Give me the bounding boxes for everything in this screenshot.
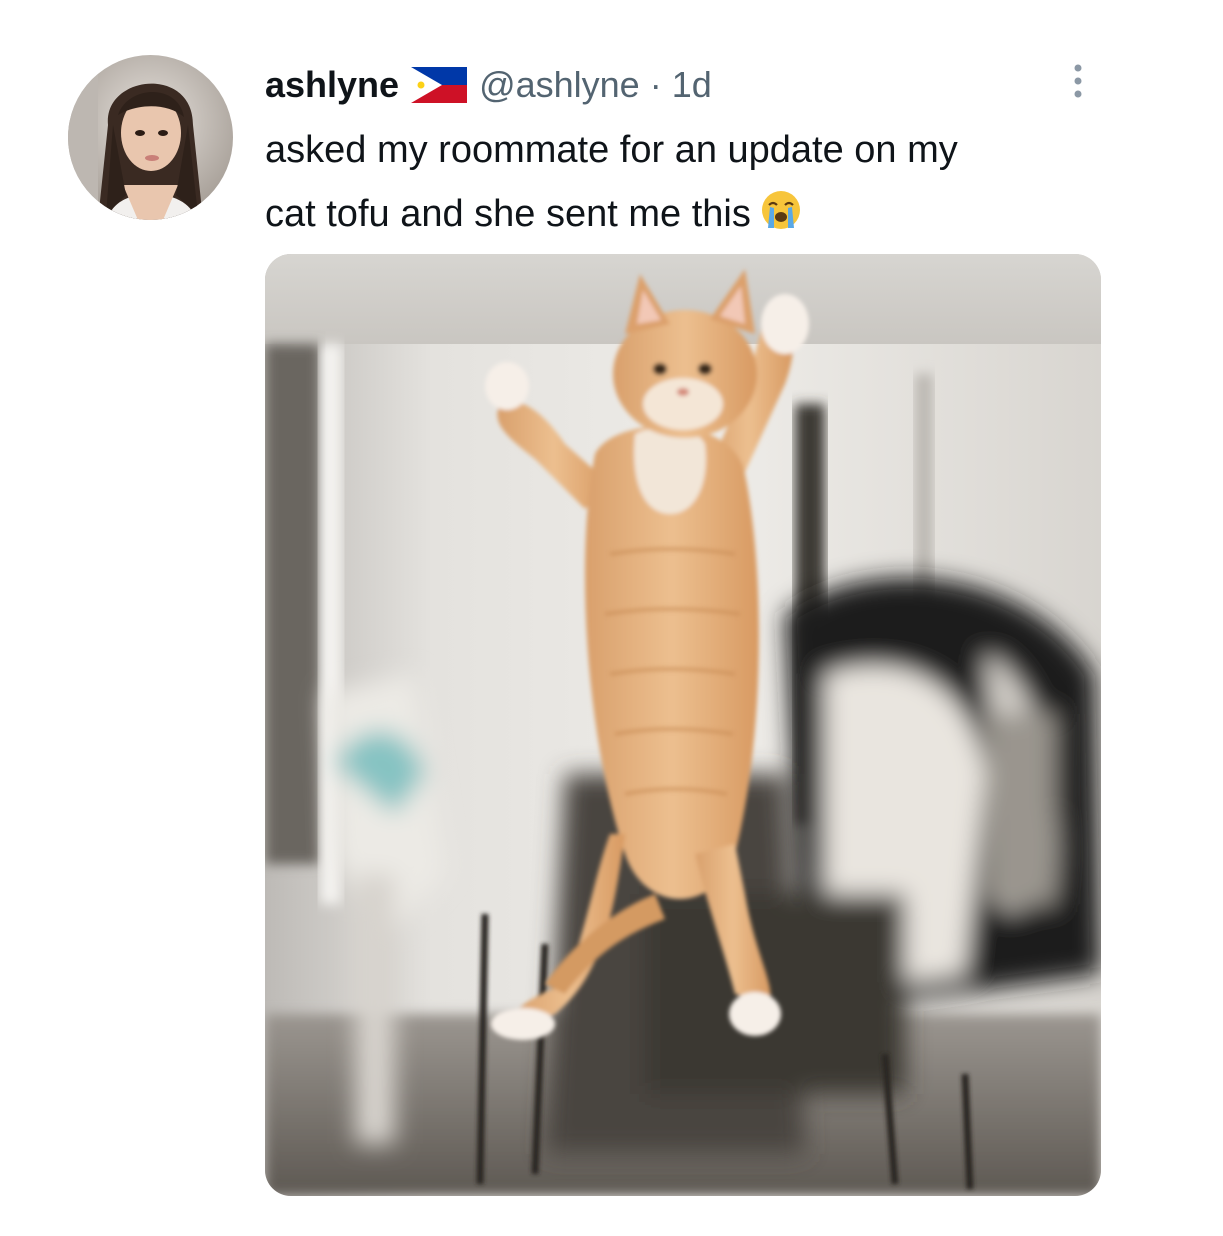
loudly-crying-face-icon xyxy=(759,188,803,232)
tweet-text-line: cat tofu and she sent me this xyxy=(265,182,1165,246)
tweet-card[interactable]: ashlyne @ashlyne · 1d asked my roommate … xyxy=(0,0,1223,1236)
tweet-header: ashlyne @ashlyne · 1d xyxy=(265,60,712,110)
tweet-text: asked my roommate for an update on my ca… xyxy=(265,118,1165,246)
tweet-text-line-content: cat tofu and she sent me this xyxy=(265,193,751,235)
more-options-icon xyxy=(1074,64,1082,98)
separator-dot: · xyxy=(649,64,662,105)
avatar-image xyxy=(68,55,233,220)
tweet-media-image[interactable] xyxy=(265,254,1101,1196)
jumping-cat-photo xyxy=(265,254,1101,1196)
display-name[interactable]: ashlyne xyxy=(265,64,399,106)
user-handle[interactable]: @ashlyne xyxy=(479,64,640,106)
philippines-flag-icon xyxy=(411,67,468,103)
avatar[interactable] xyxy=(68,55,233,220)
tweet-text-line: asked my roommate for an update on my xyxy=(265,129,958,171)
more-options-button[interactable] xyxy=(1060,60,1096,104)
timestamp[interactable]: 1d xyxy=(672,64,712,106)
